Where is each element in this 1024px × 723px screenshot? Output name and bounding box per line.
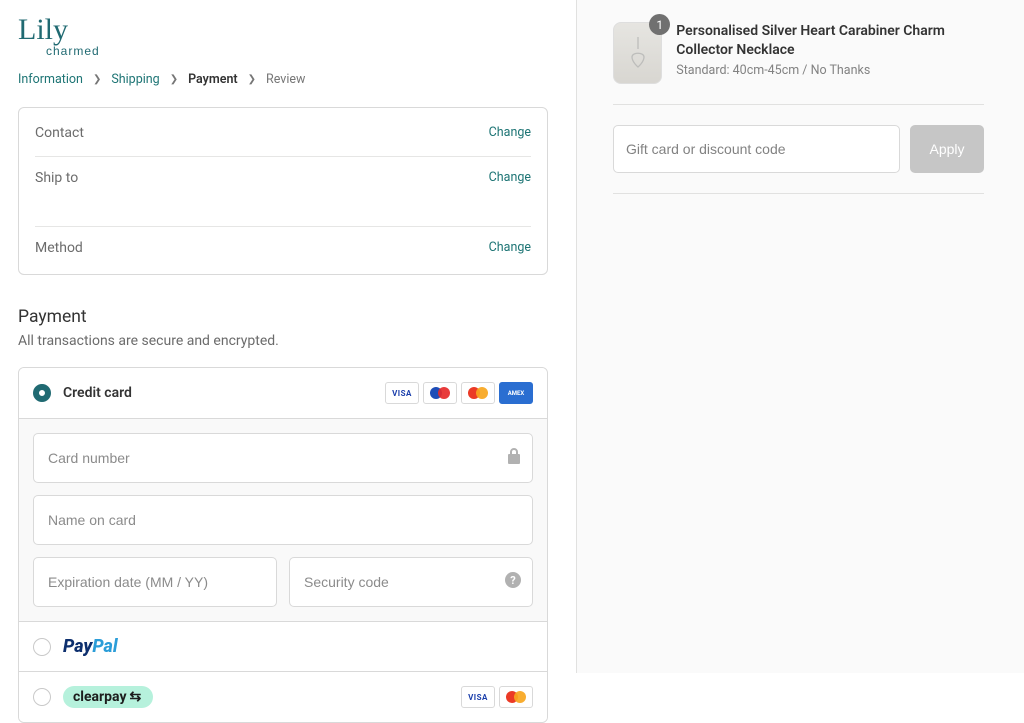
change-contact-link[interactable]: Change (489, 125, 531, 140)
review-row-method: Method Change (35, 226, 531, 270)
crumb-review: Review (266, 72, 305, 87)
payment-method-credit-card[interactable]: Credit card VISA AMEX (19, 368, 547, 418)
review-row-shipto: Ship to Change (35, 156, 531, 226)
review-row-contact: Contact Change (35, 112, 531, 156)
review-method-label: Method (35, 240, 111, 256)
expiry-field (33, 557, 277, 607)
payment-subtitle: All transactions are secure and encrypte… (18, 333, 548, 349)
apply-discount-button[interactable]: Apply (910, 125, 984, 173)
product-info: Personalised Silver Heart Carabiner Char… (676, 22, 984, 78)
credit-card-label: Credit card (63, 385, 132, 401)
divider (613, 193, 984, 194)
logo-text: Lily (18, 18, 548, 42)
amex-icon: AMEX (499, 382, 533, 404)
cvv-input[interactable] (289, 557, 533, 607)
payment-method-clearpay[interactable]: clearpay⇆ VISA (19, 671, 547, 722)
visa-icon: VISA (461, 686, 495, 708)
change-shipto-link[interactable]: Change (489, 170, 531, 185)
credit-card-fields: ? (19, 418, 547, 621)
mastercard-icon (461, 382, 495, 404)
crumb-shipping[interactable]: Shipping (111, 72, 159, 87)
chevron-right-icon: ❯ (170, 74, 178, 85)
payment-heading: Payment (18, 307, 548, 327)
line-item: 1 Personalised Silver Heart Carabiner Ch… (613, 22, 984, 84)
quantity-badge: 1 (649, 14, 670, 35)
discount-row: Apply (613, 125, 984, 173)
review-contact-label: Contact (35, 125, 111, 141)
payment-method-paypal[interactable]: PayPal (19, 621, 547, 671)
product-variant: Standard: 40cm-45cm / No Thanks (676, 63, 984, 78)
radio-unselected-icon (33, 638, 51, 656)
card-number-field (33, 433, 533, 483)
breadcrumb: Information ❯ Shipping ❯ Payment ❯ Revie… (18, 72, 548, 87)
visa-icon: VISA (385, 382, 419, 404)
lock-icon (507, 448, 521, 468)
name-on-card-field (33, 495, 533, 545)
mastercard-icon (499, 686, 533, 708)
product-thumbnail: 1 (613, 22, 662, 84)
radio-selected-icon (33, 384, 51, 402)
clearpay-card-icons: VISA (461, 686, 533, 708)
svg-text:?: ? (510, 574, 516, 587)
payment-methods: Credit card VISA AMEX (18, 367, 548, 723)
review-box: Contact Change Ship to Change Method Cha… (18, 107, 548, 275)
maestro-icon (423, 382, 457, 404)
expiry-input[interactable] (33, 557, 277, 607)
clearpay-logo: clearpay⇆ (63, 686, 153, 708)
divider (613, 104, 984, 105)
brand-logo[interactable]: Lily charmed (18, 18, 548, 58)
cvv-field: ? (289, 557, 533, 607)
help-icon[interactable]: ? (505, 572, 521, 592)
radio-unselected-icon (33, 688, 51, 706)
card-icons: VISA AMEX (385, 382, 533, 404)
crumb-information[interactable]: Information (18, 72, 83, 87)
crumb-payment: Payment (188, 72, 238, 87)
review-shipto-label: Ship to (35, 170, 111, 186)
paypal-logo: PayPal (63, 636, 118, 657)
logo-subtext: charmed (46, 44, 548, 58)
chevron-right-icon: ❯ (93, 74, 101, 85)
discount-code-input[interactable] (613, 125, 900, 173)
chevron-right-icon: ❯ (248, 74, 256, 85)
name-on-card-input[interactable] (33, 495, 533, 545)
card-number-input[interactable] (33, 433, 533, 483)
change-method-link[interactable]: Change (489, 240, 531, 255)
checkout-main: Lily charmed Information ❯ Shipping ❯ Pa… (0, 0, 576, 673)
product-title: Personalised Silver Heart Carabiner Char… (676, 22, 984, 60)
order-summary: 1 Personalised Silver Heart Carabiner Ch… (576, 0, 1024, 673)
